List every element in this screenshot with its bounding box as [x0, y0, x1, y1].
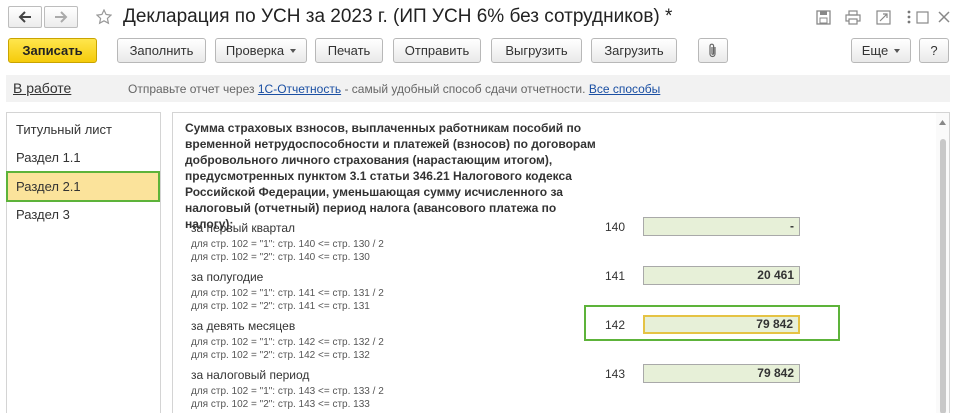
maximize-button[interactable] — [913, 8, 931, 26]
row-label-142: за девять месяцев — [191, 319, 296, 333]
section-label: Раздел 3 — [16, 206, 70, 222]
attach-button[interactable] — [698, 38, 728, 63]
fill-button[interactable]: Заполнить — [117, 38, 206, 63]
section-item-1-1[interactable]: Раздел 1.1 — [7, 143, 160, 171]
section-label: Титульный лист — [16, 121, 113, 137]
vertical-scrollbar[interactable] — [936, 113, 949, 413]
field-143[interactable]: 79 842 — [643, 364, 800, 383]
row-hint: для стр. 102 = "2": стр. 141 <= стр. 131 — [191, 301, 370, 312]
section-item-title-page[interactable]: Титульный лист — [7, 115, 160, 143]
highlight-outline — [584, 305, 840, 341]
line-code-141: 141 — [605, 269, 626, 283]
favorite-button[interactable] — [95, 8, 113, 26]
status-bar: В работе Отправьте отчет через 1С-Отчетн… — [6, 75, 950, 102]
row-hint: для стр. 102 = "1": стр. 142 <= стр. 132… — [191, 337, 384, 348]
link-icon-button[interactable] — [874, 8, 892, 26]
back-button[interactable] — [8, 6, 42, 28]
row-label-141: за полугодие — [191, 270, 264, 284]
field-141[interactable]: 20 461 — [643, 266, 800, 285]
status-message-prefix: Отправьте отчет через — [128, 82, 255, 96]
field-140[interactable]: - — [643, 217, 800, 236]
print-button[interactable]: Печать — [315, 38, 383, 63]
maximize-icon — [915, 10, 929, 24]
chevron-down-icon — [290, 48, 297, 53]
section-item-3[interactable]: Раздел 3 — [7, 200, 160, 228]
row-label-143: за налоговый период — [191, 368, 310, 382]
row-hint: для стр. 102 = "2": стр. 142 <= стр. 132 — [191, 350, 370, 361]
arrow-right-icon — [55, 11, 68, 23]
highlight-outline — [6, 171, 160, 202]
paperclip-icon — [709, 43, 716, 58]
row-hint: для стр. 102 = "1": стр. 141 <= стр. 131… — [191, 288, 384, 299]
check-dropdown-button[interactable]: Проверка — [215, 38, 307, 63]
save-icon-button[interactable] — [814, 8, 832, 26]
service-link[interactable]: 1С-Отчетность — [258, 82, 341, 96]
save-button[interactable]: Записать — [8, 38, 97, 63]
section-content: Сумма страховых взносов, выплаченных раб… — [172, 112, 950, 413]
close-icon — [938, 11, 950, 23]
send-button[interactable]: Отправить — [393, 38, 481, 63]
row-hint: для стр. 102 = "1": стр. 140 <= стр. 130… — [191, 239, 384, 250]
section-label: Раздел 1.1 — [16, 149, 81, 165]
more-button[interactable]: Еще — [851, 38, 911, 63]
arrow-left-icon — [18, 11, 31, 23]
chevron-down-icon — [894, 48, 901, 53]
status-link[interactable]: В работе — [13, 80, 71, 96]
window-title: Декларация по УСН за 2023 г. (ИП УСН 6% … — [123, 6, 673, 27]
link-icon — [875, 9, 891, 25]
help-button[interactable]: ? — [919, 38, 949, 63]
row-hint: для стр. 102 = "2": стр. 143 <= стр. 133 — [191, 399, 370, 410]
upload-button[interactable]: Выгрузить — [491, 38, 582, 63]
close-button[interactable] — [935, 8, 953, 26]
load-button[interactable]: Загрузить — [591, 38, 677, 63]
status-message-suffix: - самый удобный способ сдачи отчетности. — [344, 82, 586, 96]
row-hint: для стр. 102 = "1": стр. 143 <= стр. 133… — [191, 386, 384, 397]
more-vertical-icon — [907, 10, 911, 24]
sections-list: Титульный лист Раздел 1.1 Раздел 2.1 Раз… — [6, 112, 161, 413]
status-message: Отправьте отчет через 1С-Отчетность - са… — [128, 82, 660, 96]
floppy-icon — [815, 9, 831, 25]
row-hint: для стр. 102 = "2": стр. 140 <= стр. 130 — [191, 252, 370, 263]
scroll-up-icon[interactable] — [939, 120, 946, 125]
section-heading: Сумма страховых взносов, выплаченных раб… — [185, 121, 596, 231]
printer-icon — [845, 9, 861, 25]
print-icon-button[interactable] — [844, 8, 862, 26]
line-code-143: 143 — [605, 367, 626, 381]
more-label: Еще — [861, 43, 889, 58]
row-label-140: за первый квартал — [191, 221, 296, 235]
scroll-thumb[interactable] — [940, 139, 946, 413]
line-code-140: 140 — [605, 220, 626, 234]
all-methods-link[interactable]: Все способы — [589, 82, 661, 96]
forward-button[interactable] — [44, 6, 78, 28]
check-label: Проверка — [225, 43, 285, 58]
star-icon — [96, 9, 112, 25]
